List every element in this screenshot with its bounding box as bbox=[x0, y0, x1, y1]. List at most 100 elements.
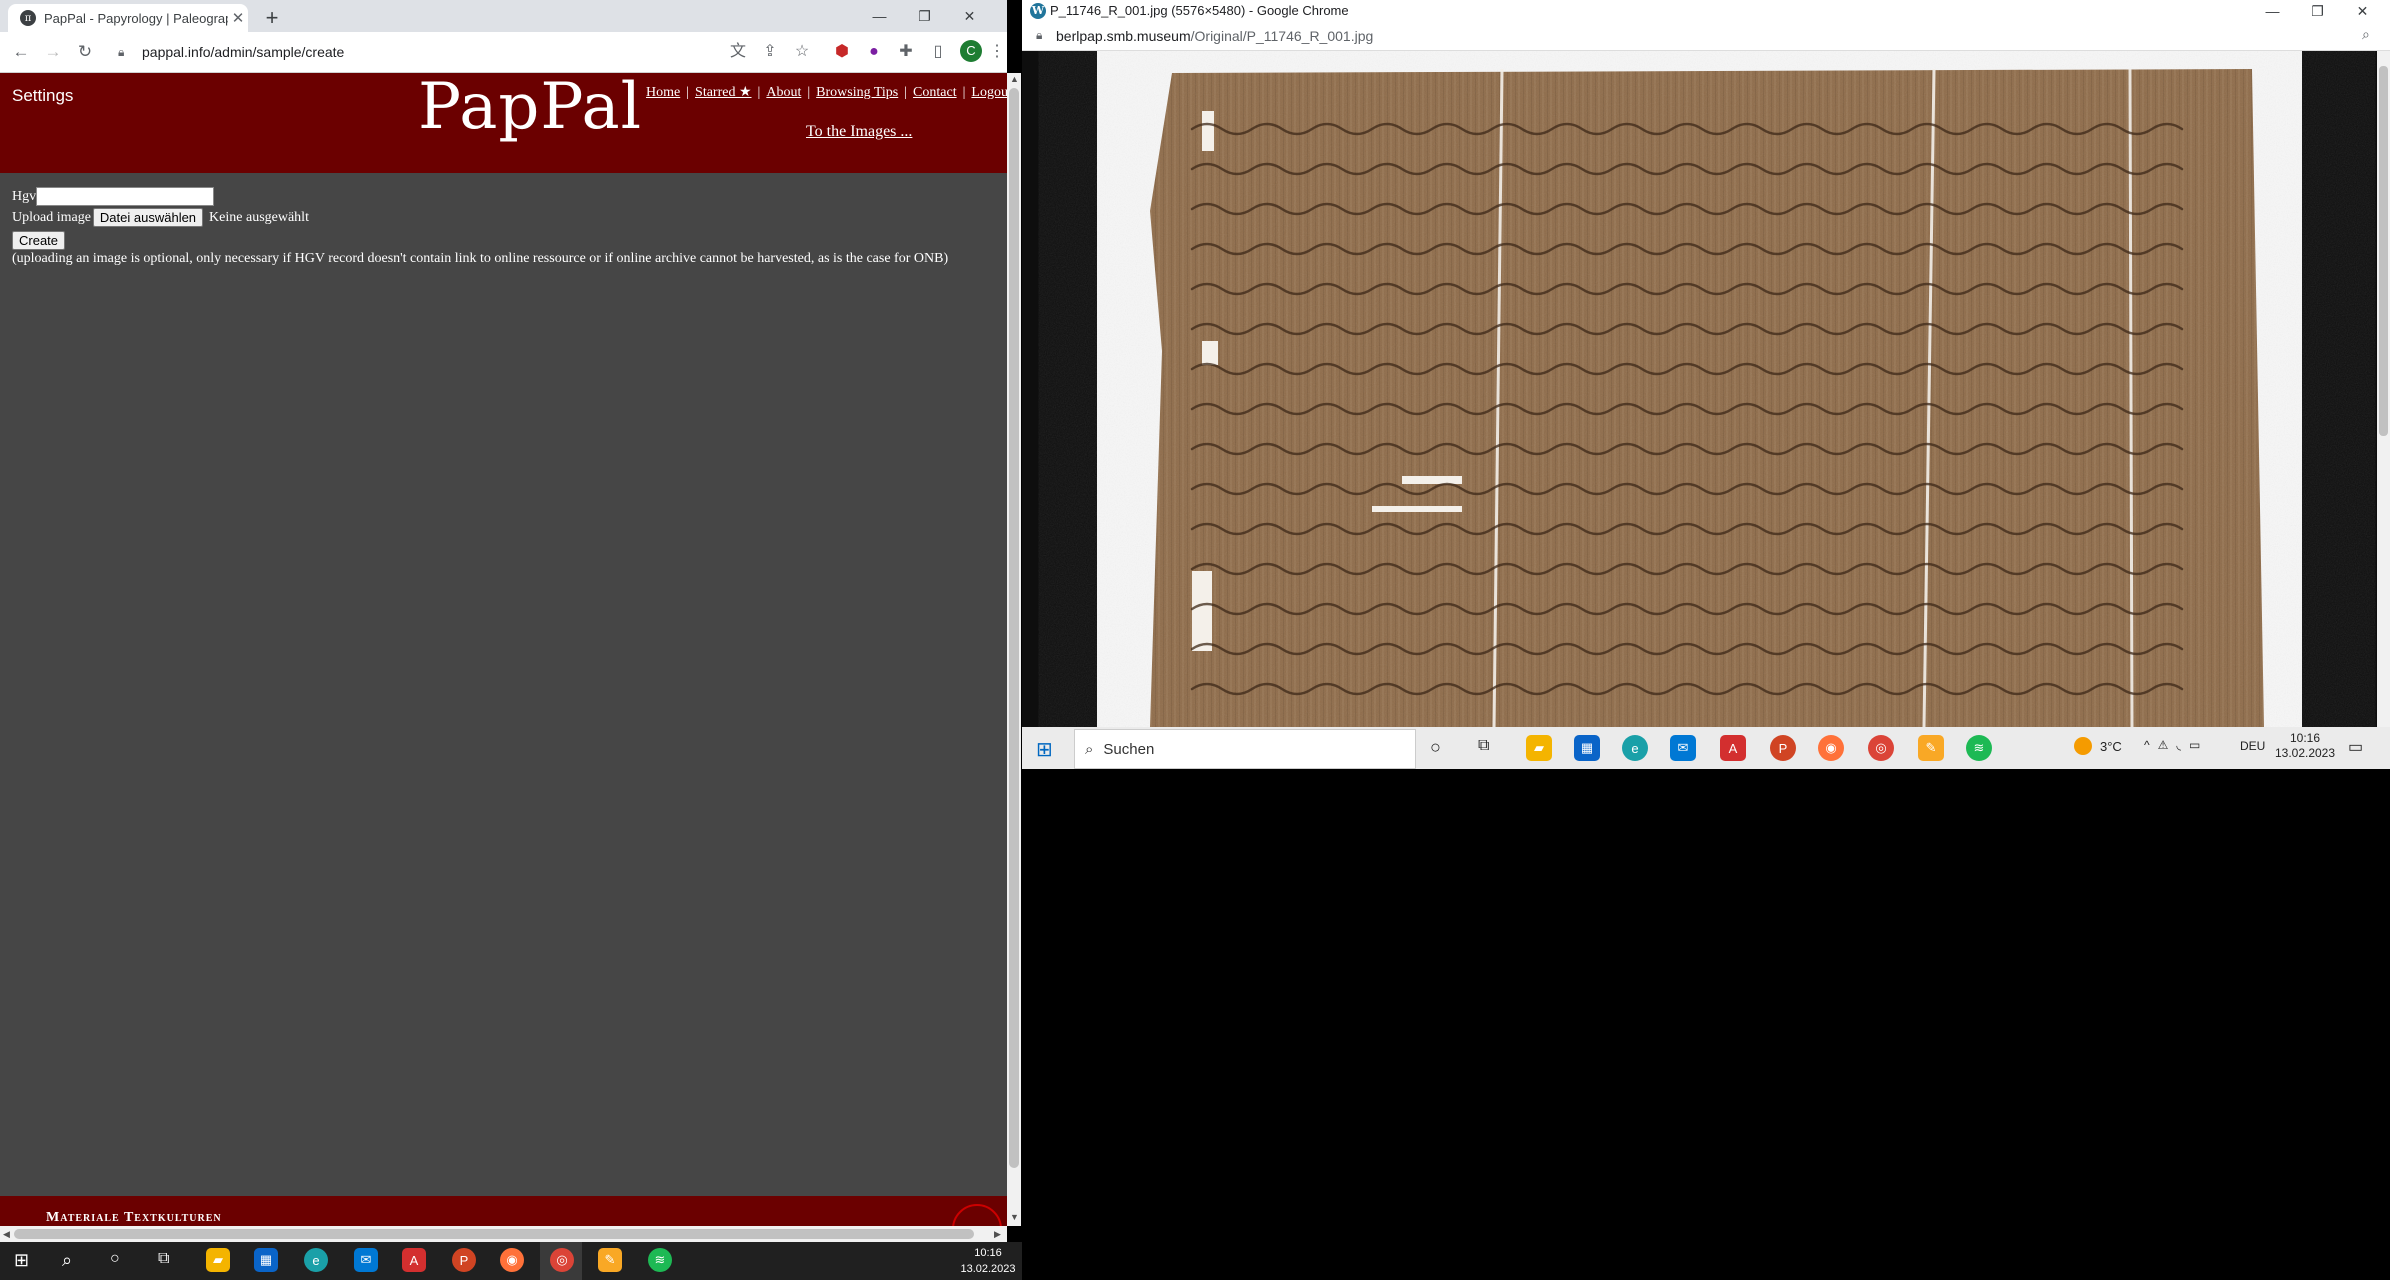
edge-icon[interactable]: e bbox=[1622, 735, 1648, 761]
zoom-icon[interactable]: ⌕ bbox=[2362, 26, 2370, 43]
bottom-time: 10:16 bbox=[974, 1247, 1002, 1259]
pappal-favicon-icon: π bbox=[20, 10, 36, 26]
bottom-search-icon[interactable]: ⌕ bbox=[62, 1250, 72, 1271]
bottom-firefox-icon[interactable]: ◉ bbox=[500, 1248, 524, 1272]
right-minimize-button[interactable]: — bbox=[2250, 0, 2295, 22]
bottom-edge-icon[interactable]: e bbox=[304, 1248, 328, 1272]
weather-sun-icon[interactable] bbox=[2074, 737, 2092, 755]
store-icon[interactable]: ▦ bbox=[1574, 735, 1600, 761]
right-vertical-scroll-thumb[interactable] bbox=[2379, 66, 2388, 436]
side-panel-icon[interactable]: ▯ bbox=[922, 32, 954, 72]
nav-browsing-tips[interactable]: Browsing Tips bbox=[816, 85, 898, 100]
right-window-title: P_11746_R_001.jpg (5576×5480) - Google C… bbox=[1050, 3, 1349, 18]
new-tab-icon[interactable]: + bbox=[258, 4, 286, 32]
mail-icon[interactable]: ✉ bbox=[1670, 735, 1696, 761]
url-path: /Original/P_11746_R_001.jpg bbox=[1190, 28, 1374, 44]
close-tab-icon[interactable]: ✕ bbox=[228, 9, 248, 27]
nav-about[interactable]: About bbox=[766, 85, 801, 100]
cortana-icon[interactable]: ○ bbox=[1430, 737, 1441, 758]
create-sample-form: Hgv Upload image Datei auswählen Keine a… bbox=[12, 186, 948, 267]
tab-title: PapPal - Papyrology | Paleograph bbox=[44, 10, 228, 26]
forward-arrow-icon[interactable]: → bbox=[38, 32, 68, 72]
bottom-acrobat-icon[interactable]: A bbox=[402, 1248, 426, 1272]
upload-note: (uploading an image is optional, only ne… bbox=[12, 251, 949, 266]
bottom-clock[interactable]: 10:16 13.02.2023 bbox=[956, 1245, 1020, 1277]
tab-pappal[interactable]: π PapPal - Papyrology | Paleograph ✕ bbox=[8, 4, 248, 32]
bookmark-star-icon[interactable]: ☆ bbox=[786, 32, 818, 72]
right-time: 10:16 bbox=[2289, 731, 2321, 745]
right-taskbar-search[interactable]: ⌕ Suchen bbox=[1074, 729, 1416, 769]
extension-badge-icon[interactable]: ● bbox=[858, 32, 890, 72]
nav-home[interactable]: Home bbox=[646, 85, 680, 100]
task-view-icon[interactable]: ⧉ bbox=[1478, 737, 1489, 755]
vertical-scroll-thumb[interactable] bbox=[1009, 88, 1019, 1168]
hgv-input[interactable] bbox=[36, 187, 215, 206]
language-indicator[interactable]: DEU bbox=[2240, 739, 2265, 753]
top-navigation: Home | Starred ★ | About | Browsing Tips | Conta… bbox=[646, 84, 1007, 101]
start-windows-icon[interactable]: ⊞ bbox=[1036, 737, 1053, 762]
right-close-button[interactable]: ✕ bbox=[2340, 0, 2385, 22]
nav-logout[interactable]: Logout bbox=[971, 85, 1007, 100]
scroll-left-arrow-icon[interactable]: ◀ bbox=[3, 1229, 10, 1240]
bottom-store-icon[interactable]: ▦ bbox=[254, 1248, 278, 1272]
footer-text: Materiale Textkulturen bbox=[46, 1210, 222, 1225]
menu-kebab-icon[interactable]: ⋮ bbox=[988, 32, 1006, 72]
papyrus-image[interactable] bbox=[1022, 51, 2377, 727]
bottom-date: 13.02.2023 bbox=[960, 1263, 1016, 1275]
firefox-icon[interactable]: ◉ bbox=[1818, 735, 1844, 761]
spotify-icon[interactable]: ≋ bbox=[1966, 735, 1992, 761]
bottom-cortana-icon[interactable]: ○ bbox=[110, 1250, 120, 1268]
to-images-link[interactable]: To the Images ... bbox=[806, 123, 912, 141]
file-status: Keine ausgewählt bbox=[209, 209, 309, 225]
horizontal-scroll-thumb[interactable] bbox=[14, 1229, 974, 1239]
settings-link[interactable]: Settings bbox=[12, 86, 73, 106]
right-url-text: berlpap.smb.museum/Original/P_11746_R_00… bbox=[1056, 28, 1373, 44]
acrobat-icon[interactable]: A bbox=[1720, 735, 1746, 761]
right-restore-button[interactable]: ❐ bbox=[2295, 0, 2340, 22]
hgv-label: Hgv bbox=[12, 188, 37, 204]
file-explorer-icon[interactable]: ▰ bbox=[1526, 735, 1552, 761]
url-host: berlpap.smb.museum bbox=[1056, 28, 1191, 44]
reload-icon[interactable]: ↻ bbox=[70, 32, 100, 72]
lock-icon: 🔒︎ bbox=[118, 45, 125, 59]
weather-temp[interactable]: 3°C bbox=[2100, 739, 2122, 754]
bottom-folder-pen-icon[interactable]: ✎ bbox=[598, 1248, 622, 1272]
search-placeholder: Suchen bbox=[1103, 740, 1155, 758]
bottom-file-explorer-icon[interactable]: ▰ bbox=[206, 1248, 230, 1272]
powerpoint-icon[interactable]: P bbox=[1770, 735, 1796, 761]
scroll-down-arrow-icon[interactable]: ▼ bbox=[1010, 1212, 1019, 1222]
tray-icons[interactable]: ^⚠◟▭ bbox=[2144, 738, 2208, 752]
address-bar[interactable]: 🔒︎ pappal.info/admin/sample/create bbox=[112, 37, 712, 67]
right-clock[interactable]: 10:16 13.02.2023 bbox=[2270, 731, 2340, 761]
image-viewer bbox=[1022, 51, 2377, 727]
create-button[interactable]: Create bbox=[12, 230, 66, 250]
bottom-task-view-icon[interactable]: ⧉ bbox=[158, 1250, 169, 1268]
folder-pen-icon[interactable]: ✎ bbox=[1918, 735, 1944, 761]
scroll-up-arrow-icon[interactable]: ▲ bbox=[1010, 74, 1019, 84]
right-lock-icon: 🔒︎ bbox=[1036, 28, 1043, 42]
bottom-start-icon[interactable]: ⊞ bbox=[14, 1250, 29, 1271]
profile-avatar[interactable]: C bbox=[960, 40, 982, 62]
nav-contact[interactable]: Contact bbox=[913, 85, 957, 100]
restore-button[interactable]: ❐ bbox=[902, 0, 947, 32]
chrome-icon[interactable]: ◎ bbox=[1868, 735, 1894, 761]
notification-icon[interactable]: ▭ bbox=[2348, 737, 2363, 757]
close-button[interactable]: ✕ bbox=[947, 0, 992, 32]
right-date: 13.02.2023 bbox=[2274, 746, 2336, 760]
choose-file-button[interactable]: Datei auswählen bbox=[92, 208, 204, 227]
nav-starred[interactable]: Starred ★ bbox=[695, 85, 751, 100]
bottom-powerpoint-icon[interactable]: P bbox=[452, 1248, 476, 1272]
bottom-spotify-icon[interactable]: ≋ bbox=[648, 1248, 672, 1272]
share-icon[interactable]: ⇪ bbox=[754, 32, 786, 72]
back-arrow-icon[interactable]: ← bbox=[6, 32, 36, 72]
pappal-logo[interactable]: PapPal bbox=[418, 70, 642, 144]
bottom-chrome-icon[interactable]: ◎ bbox=[550, 1248, 574, 1272]
scroll-right-arrow-icon[interactable]: ▶ bbox=[994, 1229, 1001, 1240]
url-text: pappal.info/admin/sample/create bbox=[142, 44, 345, 60]
translate-icon[interactable]: 文 bbox=[722, 32, 754, 72]
minimize-button[interactable]: — bbox=[857, 0, 902, 32]
right-window-controls: — ❐ ✕ bbox=[2250, 0, 2385, 22]
extension-shield-icon[interactable]: ⬢ bbox=[826, 32, 858, 72]
extensions-puzzle-icon[interactable]: ✚ bbox=[890, 32, 922, 72]
bottom-mail-icon[interactable]: ✉ bbox=[354, 1248, 378, 1272]
